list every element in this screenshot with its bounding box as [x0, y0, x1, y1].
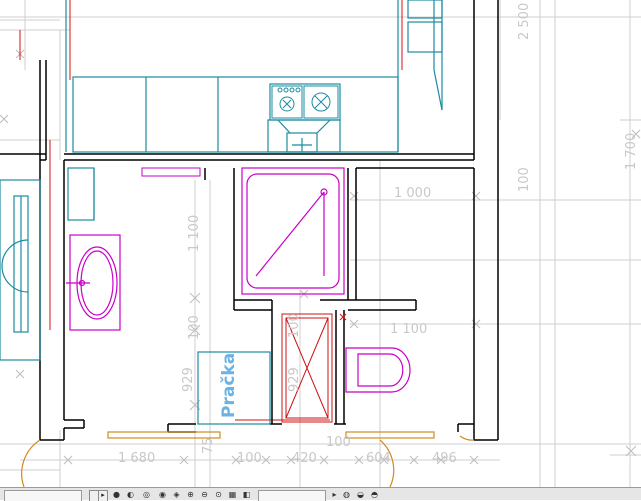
shower-tray[interactable]	[241, 167, 345, 295]
dim-929-a: 929	[181, 367, 196, 392]
next-button[interactable]: ▸	[98, 490, 108, 501]
fit-icon[interactable]: ◉	[158, 490, 167, 501]
dim-496: 496	[432, 451, 457, 466]
shelf	[141, 167, 201, 177]
zoom-in-icon[interactable]: ⊕	[186, 490, 195, 501]
kitchen-counter[interactable]	[65, 0, 443, 153]
ortho-icon[interactable]: ◍	[342, 490, 351, 501]
dim-75: 75	[201, 437, 216, 454]
layer-icon[interactable]: ◧	[242, 490, 251, 501]
refresh-icon[interactable]: ⊙	[214, 490, 223, 501]
dim-1680: 1 680	[118, 451, 155, 466]
snap-icon[interactable]: ▸	[330, 490, 339, 501]
dim-929-b: 929	[287, 367, 302, 392]
coordinate-field[interactable]	[258, 490, 326, 501]
dim-1100-mid: 1 100	[390, 322, 427, 337]
dim-1000: 1 000	[394, 186, 431, 201]
dim-1100-top: 1 100	[187, 215, 202, 252]
washing-machine-label: Pračka	[219, 353, 239, 418]
polar-icon[interactable]: ◒	[356, 490, 365, 501]
dim-100-left: 100	[187, 315, 202, 340]
wash-basin[interactable]	[66, 234, 121, 331]
zoom-out-icon[interactable]: ⊖	[200, 490, 209, 501]
drawing-canvas[interactable]: Pračka 2 500 1 700 100 1 000 1 100 1 100…	[0, 0, 641, 487]
zoom-icon[interactable]: ●	[112, 490, 121, 501]
grid-icon[interactable]: ▦	[228, 490, 237, 501]
dim-420: 420	[292, 451, 317, 466]
grid-lines	[0, 0, 641, 487]
pan-icon[interactable]: ◐	[126, 490, 135, 501]
dimension-ticks	[0, 49, 641, 465]
window-icon[interactable]: ◈	[172, 490, 181, 501]
dim-100-bottom: 100	[237, 451, 262, 466]
dim-604: 604	[366, 451, 391, 466]
dim-100-right: 100	[517, 167, 532, 192]
dim-100-shaft: 100	[287, 313, 302, 338]
toilet[interactable]	[345, 347, 411, 393]
track-icon[interactable]: ◓	[370, 490, 379, 501]
scale-field[interactable]	[4, 490, 82, 501]
orbit-icon[interactable]: ◎	[142, 490, 151, 501]
dim-1700: 1 700	[624, 133, 639, 170]
cooktop-icon	[271, 85, 339, 119]
dim-100-bottom2: 100	[326, 435, 351, 450]
dim-2500: 2 500	[517, 3, 532, 40]
bottom-toolbar: ▸ ● ◐ ◎ ◉ ◈ ⊕ ⊖ ⊙ ▦ ◧ ▸ ◍ ◒ ◓	[0, 487, 641, 501]
